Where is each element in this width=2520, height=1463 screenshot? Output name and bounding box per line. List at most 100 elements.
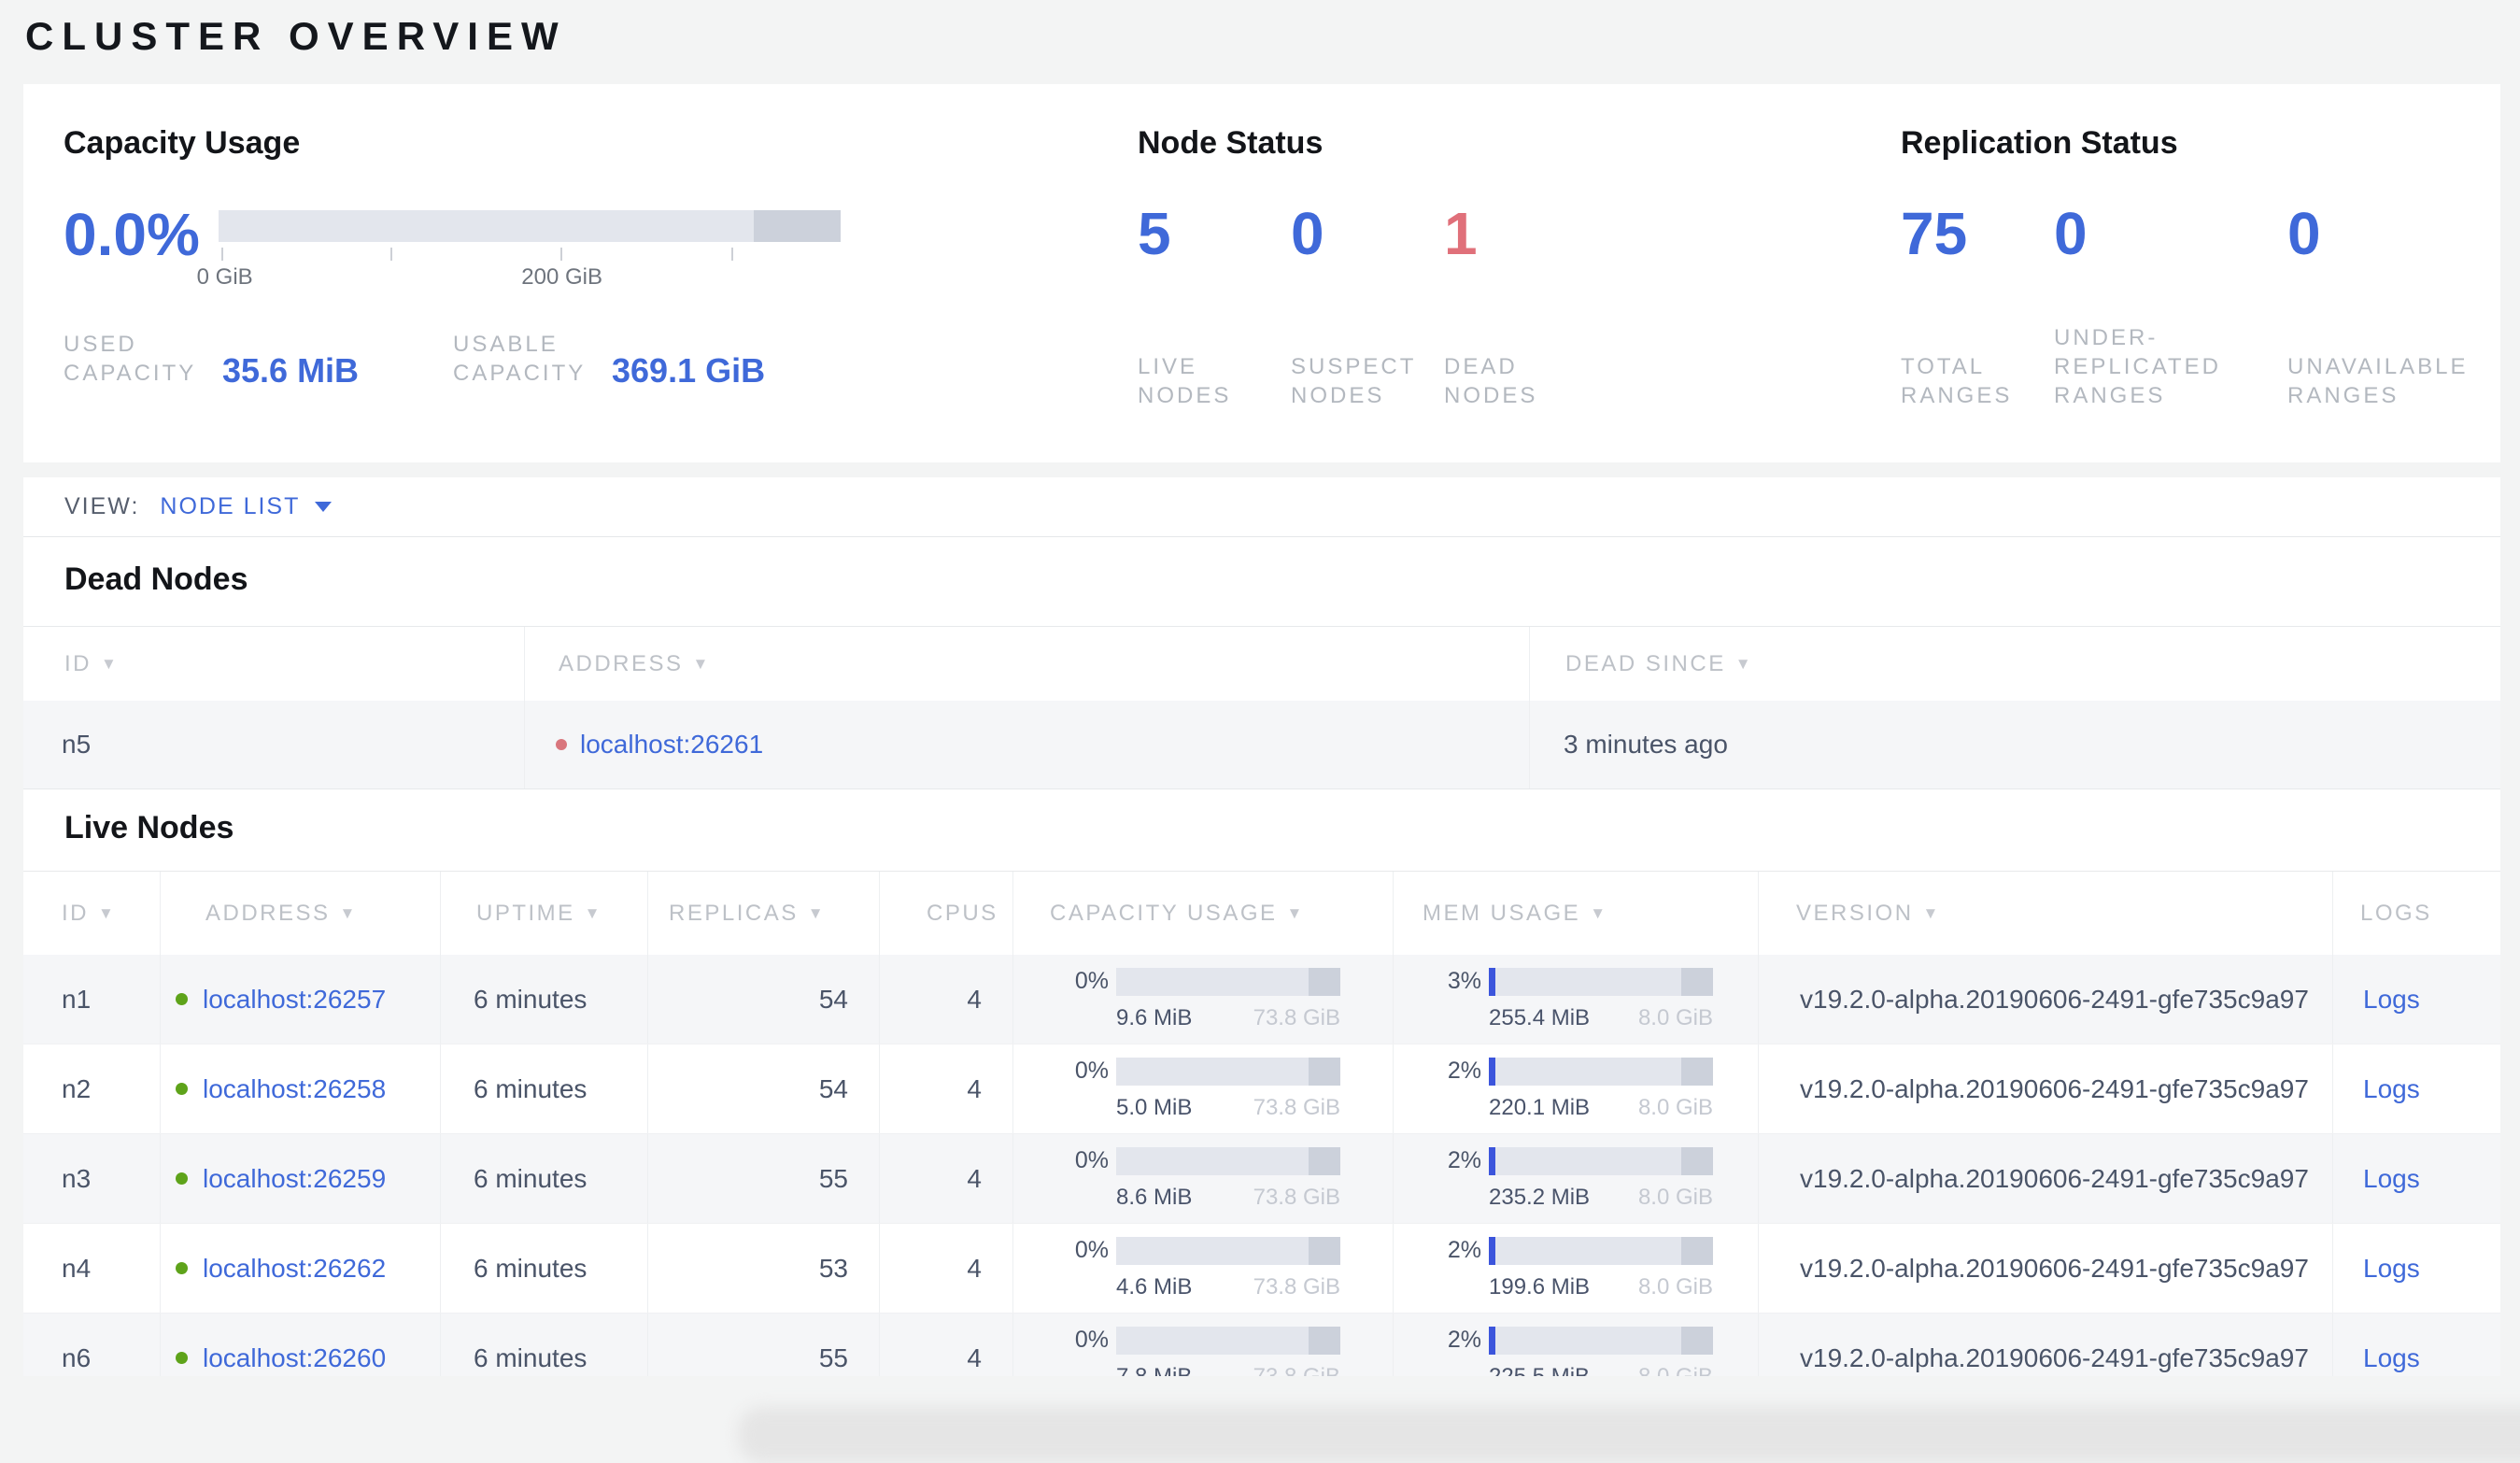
node-id: n4 [23,1224,161,1313]
node-address-cell: localhost:26257 [161,955,441,1044]
column-header-uptime[interactable]: UPTIME [441,872,648,955]
view-select-dropdown[interactable]: NODE LIST [160,493,333,520]
node-address-link[interactable]: localhost:26257 [203,985,386,1015]
page-title: CLUSTER OVERVIEW [25,14,567,58]
replicas: 55 [648,1134,880,1223]
node-id: n1 [23,955,161,1044]
live-nodes-stat: 5 LIVE NODES [1138,203,1291,410]
live-status-dot-icon [176,1172,188,1185]
unavailable-ranges-stat: 0 UNAVAILABLE RANGES [2287,203,2498,410]
mem-total: 8.0 GiB [1637,1363,1713,1377]
dead-nodes-count: 1 [1444,200,1478,267]
capacity-usage-bar [1116,1326,1340,1355]
logs-link[interactable]: Logs [2363,1074,2420,1104]
dead-nodes-label: DEAD NODES [1444,354,1538,408]
live-nodes-count: 5 [1138,200,1171,267]
mem-percent: 2% [1447,1147,1481,1173]
uptime: 6 minutes [441,1044,648,1133]
under-replicated-ranges-stat: 0 UNDER-REPLICATED RANGES [2054,203,2287,410]
used-capacity-label: USED CAPACITY [64,332,197,386]
column-header-address[interactable]: ADDRESS [161,872,441,955]
replicas: 54 [648,1044,880,1133]
mem-usage-cell: 2% 225.5 MiB 8.0 GiB [1394,1314,1759,1376]
capacity-usage-bar [1116,1146,1340,1175]
capacity-percent: 0% [1074,1327,1109,1353]
logs-link[interactable]: Logs [2363,1164,2420,1194]
view-selected-value: NODE LIST [160,493,301,519]
capacity-usage-percent: 0.0% [64,201,200,268]
version: v19.2.0-alpha.20190606-2491-gfe735c9a97 [1759,1134,2333,1223]
node-address-link[interactable]: localhost:26259 [203,1164,386,1194]
node-id: n2 [23,1044,161,1133]
total-ranges-label: TOTAL RANGES [1901,354,2013,408]
node-address-link[interactable]: localhost:26260 [203,1343,386,1373]
mem-usage-cell: 2% 199.6 MiB 8.0 GiB [1394,1224,1759,1313]
mem-used: 235.2 MiB [1489,1184,1591,1210]
node-address-link[interactable]: localhost:26258 [203,1074,386,1104]
column-header-id[interactable]: ID [23,872,161,955]
cpus: 4 [880,1044,1013,1133]
version: v19.2.0-alpha.20190606-2491-gfe735c9a97 [1759,955,2333,1044]
column-header-id[interactable]: ID [23,627,525,701]
capacity-total: 73.8 GiB [1253,1004,1340,1030]
capacity-usage-cell: 0% 9.6 MiB 73.8 GiB [1013,955,1394,1044]
capacity-total: 73.8 GiB [1253,1184,1340,1210]
node-address-link[interactable]: localhost:26262 [203,1254,386,1284]
column-header-mem-usage[interactable]: MEM USAGE [1394,872,1759,955]
column-header-address[interactable]: ADDRESS [525,627,1530,701]
dead-nodes-stat: 1 DEAD NODES [1444,203,1597,410]
replication-status-section: Replication Status 75 TOTAL RANGES 0 UND… [1901,125,2500,462]
usable-capacity-value: 369.1 GiB [612,351,766,390]
column-header-dead-since[interactable]: DEAD SINCE [1530,627,2500,701]
logs-link[interactable]: Logs [2363,985,2420,1015]
column-header-capacity-usage[interactable]: CAPACITY USAGE [1013,872,1394,955]
view-label: VIEW: [64,493,140,519]
node-id: n3 [23,1134,161,1223]
node-id: n5 [23,701,525,788]
cpus: 4 [880,1134,1013,1223]
logs-link[interactable]: Logs [2363,1254,2420,1284]
column-header-version[interactable]: VERSION [1759,872,2333,955]
capacity-usage-title: Capacity Usage [64,125,301,161]
cpus: 4 [880,1224,1013,1313]
node-address-link[interactable]: localhost:26261 [580,730,763,760]
live-nodes-table-header: ID ADDRESS UPTIME REPLICAS CPUS CAPACITY… [23,871,2500,955]
version: v19.2.0-alpha.20190606-2491-gfe735c9a97 [1759,1044,2333,1133]
capacity-bar-reserved-segment [753,210,841,242]
mem-usage-cell: 2% 235.2 MiB 8.0 GiB [1394,1134,1759,1223]
chevron-down-icon [315,502,333,512]
column-header-replicas[interactable]: REPLICAS [648,872,880,955]
mem-percent: 2% [1447,1058,1481,1084]
dead-status-dot-icon [556,739,567,750]
replicas: 55 [648,1314,880,1376]
unavailable-count: 0 [2287,200,2321,267]
mem-used: 220.1 MiB [1489,1094,1591,1120]
dead-since: 3 minutes ago [1564,730,1728,759]
capacity-used: 4.6 MiB [1116,1273,1193,1300]
replication-status-title: Replication Status [1901,125,2178,161]
capacity-total: 73.8 GiB [1253,1273,1340,1300]
capacity-usage-cell: 0% 7.8 MiB 73.8 GiB [1013,1314,1394,1376]
table-row: n2 localhost:26258 6 minutes 54 4 0% 5.0… [23,1044,2500,1134]
mem-usage-bar [1489,1236,1713,1265]
dead-nodes-heading: Dead Nodes [64,561,248,597]
capacity-usage-bar [1116,1057,1340,1086]
axis-tick-label: 200 GiB [521,264,602,290]
mem-total: 8.0 GiB [1637,1184,1713,1210]
live-nodes-label: LIVE NODES [1138,354,1232,408]
capacity-percent: 0% [1074,1147,1109,1173]
node-list-card: Dead Nodes ID ADDRESS DEAD SINCE n5 loca… [23,537,2500,1376]
dead-nodes-table-header: ID ADDRESS DEAD SINCE [23,626,2500,701]
mem-usage-bar [1489,1057,1713,1086]
used-capacity-value: 35.6 MiB [222,351,360,390]
capacity-used: 5.0 MiB [1116,1094,1193,1120]
table-row: n6 localhost:26260 6 minutes 55 4 0% 7.8… [23,1314,2500,1376]
mem-usage-cell: 2% 220.1 MiB 8.0 GiB [1394,1044,1759,1133]
column-header-logs: LOGS [2360,900,2432,926]
capacity-percent: 0% [1074,1058,1109,1084]
uptime: 6 minutes [441,955,648,1044]
mem-total: 8.0 GiB [1637,1273,1713,1300]
node-address-cell: localhost:26259 [161,1134,441,1223]
logs-link[interactable]: Logs [2363,1343,2420,1373]
capacity-total: 73.8 GiB [1253,1363,1340,1377]
